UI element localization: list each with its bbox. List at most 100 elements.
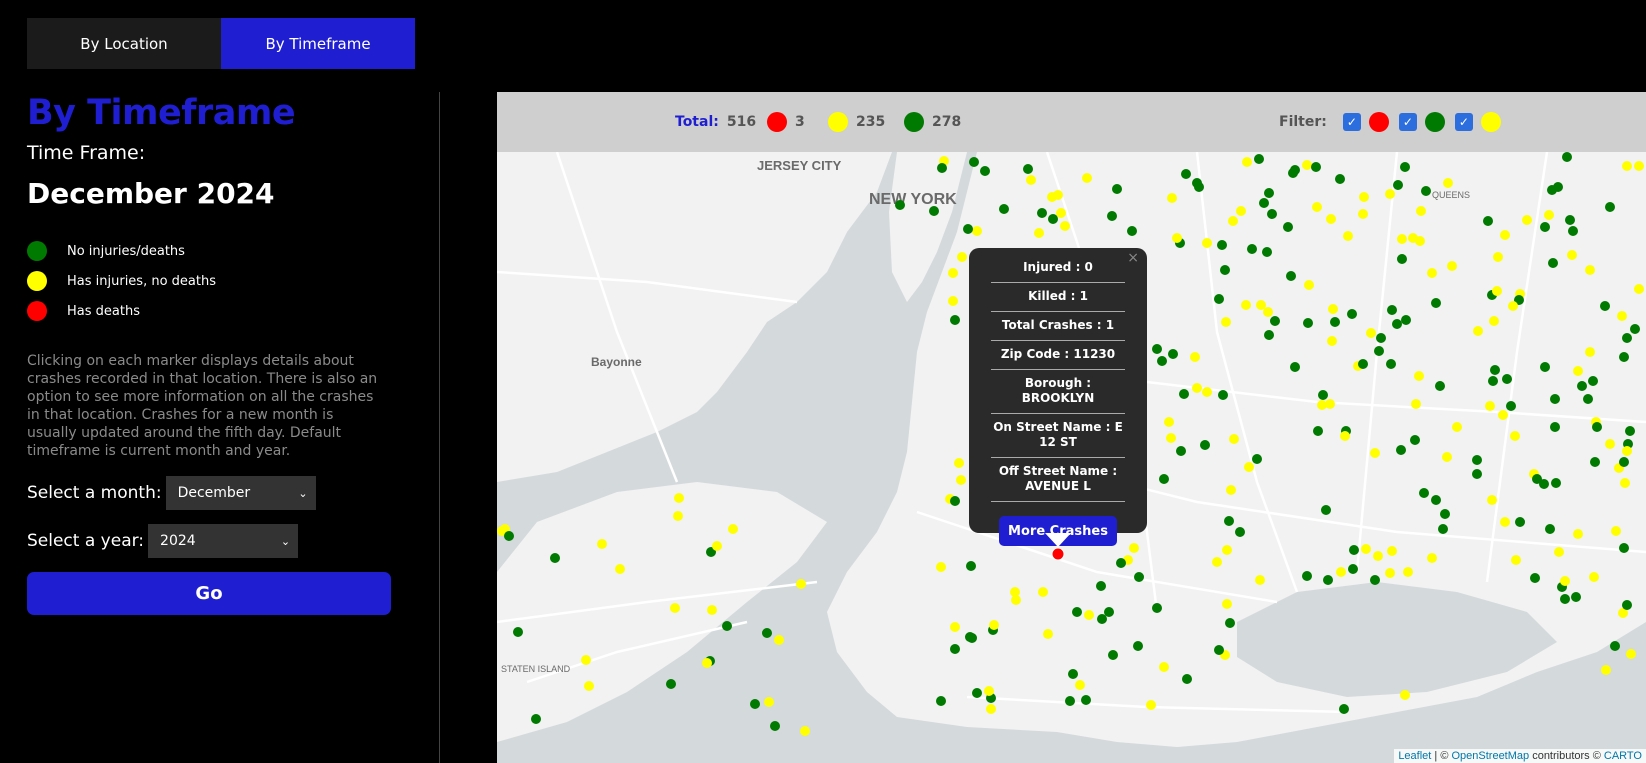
close-icon[interactable]: × [1127,250,1139,266]
crash-marker-green[interactable] [1335,174,1345,184]
crash-marker-yellow[interactable] [1228,216,1238,226]
crash-marker-green[interactable] [1157,356,1167,366]
carto-link[interactable]: CARTO [1604,750,1642,762]
crash-marker-yellow[interactable] [1573,366,1583,376]
crash-marker-yellow[interactable] [702,658,712,668]
crash-marker-green[interactable] [1179,389,1189,399]
crash-marker-green[interactable] [1401,315,1411,325]
crash-marker-green[interactable] [1133,641,1143,651]
leaflet-link[interactable]: Leaflet [1398,750,1431,762]
crash-marker-yellow[interactable] [712,541,722,551]
crash-marker-yellow[interactable] [1192,383,1202,393]
crash-marker-green[interactable] [1370,575,1380,585]
crash-marker-green[interactable] [1096,581,1106,591]
crash-marker-yellow[interactable] [1427,553,1437,563]
crash-marker-green[interactable] [1396,445,1406,455]
crash-marker-green[interactable] [1583,394,1593,404]
crash-marker-yellow[interactable] [986,704,996,714]
month-select[interactable]: December ⌄ [165,476,316,510]
crash-marker-yellow[interactable] [1634,161,1644,171]
crash-marker-green[interactable] [1387,305,1397,315]
crash-marker-yellow[interactable] [1226,485,1236,495]
crash-marker-green[interactable] [972,688,982,698]
crash-marker-green[interactable] [969,157,979,167]
crash-marker-green[interactable] [504,531,514,541]
crash-marker-green[interactable] [1605,202,1615,212]
crash-marker-yellow[interactable] [764,697,774,707]
crash-marker-green[interactable] [1622,333,1632,343]
crash-marker-green[interactable] [1348,564,1358,574]
crash-marker-green[interactable] [1270,316,1280,326]
crash-marker-yellow[interactable] [948,296,958,306]
crash-marker-yellow[interactable] [1164,417,1174,427]
crash-marker-green[interactable] [1259,198,1269,208]
crash-marker-green[interactable] [1176,446,1186,456]
crash-marker-yellow[interactable] [1560,576,1570,586]
crash-marker-green[interactable] [513,627,523,637]
crash-marker-yellow[interactable] [1056,208,1066,218]
crash-marker-green[interactable] [1625,426,1635,436]
crash-marker-green[interactable] [1610,641,1620,651]
crash-marker-green[interactable] [950,644,960,654]
year-select[interactable]: 2024 ⌄ [148,524,299,558]
crash-marker-green[interactable] [1619,352,1629,362]
crash-marker-yellow[interactable] [1487,495,1497,505]
crash-marker-yellow[interactable] [950,622,960,632]
map[interactable]: Total: 516 3 235 278 Filter: ✓ ✓ ✓ JERSE… [497,92,1646,763]
crash-marker-green[interactable] [1392,319,1402,329]
crash-marker-yellow[interactable] [1589,572,1599,582]
crash-marker-yellow[interactable] [1084,610,1094,620]
crash-marker-green[interactable] [1214,645,1224,655]
crash-marker-yellow[interactable] [1385,568,1395,578]
crash-marker-yellow[interactable] [1340,431,1350,441]
crash-marker-yellow[interactable] [984,686,994,696]
crash-marker-yellow[interactable] [1585,347,1595,357]
crash-marker-yellow[interactable] [1622,161,1632,171]
crash-marker-yellow[interactable] [989,620,999,630]
crash-marker-yellow[interactable] [1212,557,1222,567]
crash-marker-yellow[interactable] [1373,551,1383,561]
tab-by-location[interactable]: By Location [27,18,221,69]
crash-marker-green[interactable] [1159,474,1169,484]
crash-marker-yellow[interactable] [597,539,607,549]
crash-marker-yellow[interactable] [1544,210,1554,220]
crash-marker-green[interactable] [1435,381,1445,391]
crash-marker-green[interactable] [1588,376,1598,386]
crash-marker-green[interactable] [966,561,976,571]
crash-marker-green[interactable] [1622,600,1632,610]
crash-marker-yellow[interactable] [1385,189,1395,199]
crash-marker-yellow[interactable] [1167,193,1177,203]
crash-marker-yellow[interactable] [1493,252,1503,262]
crash-marker-yellow[interactable] [584,681,594,691]
crash-marker-green[interactable] [1182,674,1192,684]
crash-marker-green[interactable] [1323,575,1333,585]
crash-marker-green[interactable] [1264,330,1274,340]
crash-marker-green[interactable] [1107,211,1117,221]
crash-marker-green[interactable] [770,721,780,731]
tab-by-timeframe[interactable]: By Timeframe [221,18,415,69]
crash-marker-green[interactable] [550,553,560,563]
crash-marker-green[interactable] [1068,669,1078,679]
crash-marker-green[interactable] [950,315,960,325]
crash-marker-green[interactable] [1419,488,1429,498]
crash-marker-yellow[interactable] [1411,399,1421,409]
crash-marker-yellow[interactable] [1573,529,1583,539]
crash-marker-yellow[interactable] [1222,545,1232,555]
crash-marker-yellow[interactable] [1489,316,1499,326]
crash-marker-yellow[interactable] [1622,446,1632,456]
crash-marker-yellow[interactable] [1082,173,1092,183]
crash-marker-yellow[interactable] [1047,192,1057,202]
crash-marker-yellow[interactable] [774,635,784,645]
filter-yellow-checkbox[interactable]: ✓ [1454,113,1473,131]
crash-marker-yellow[interactable] [1452,422,1462,432]
crash-marker-red-selected[interactable] [1051,547,1065,561]
crash-marker-green[interactable] [1376,333,1386,343]
crash-marker-yellow[interactable] [1626,649,1636,659]
crash-marker-green[interactable] [1283,222,1293,232]
crash-marker-yellow[interactable] [796,579,806,589]
crash-marker-yellow[interactable] [957,252,967,262]
crash-marker-yellow[interactable] [1256,300,1266,310]
crash-marker-green[interactable] [1313,426,1323,436]
crash-marker-green[interactable] [1214,294,1224,304]
crash-marker-green[interactable] [1112,184,1122,194]
